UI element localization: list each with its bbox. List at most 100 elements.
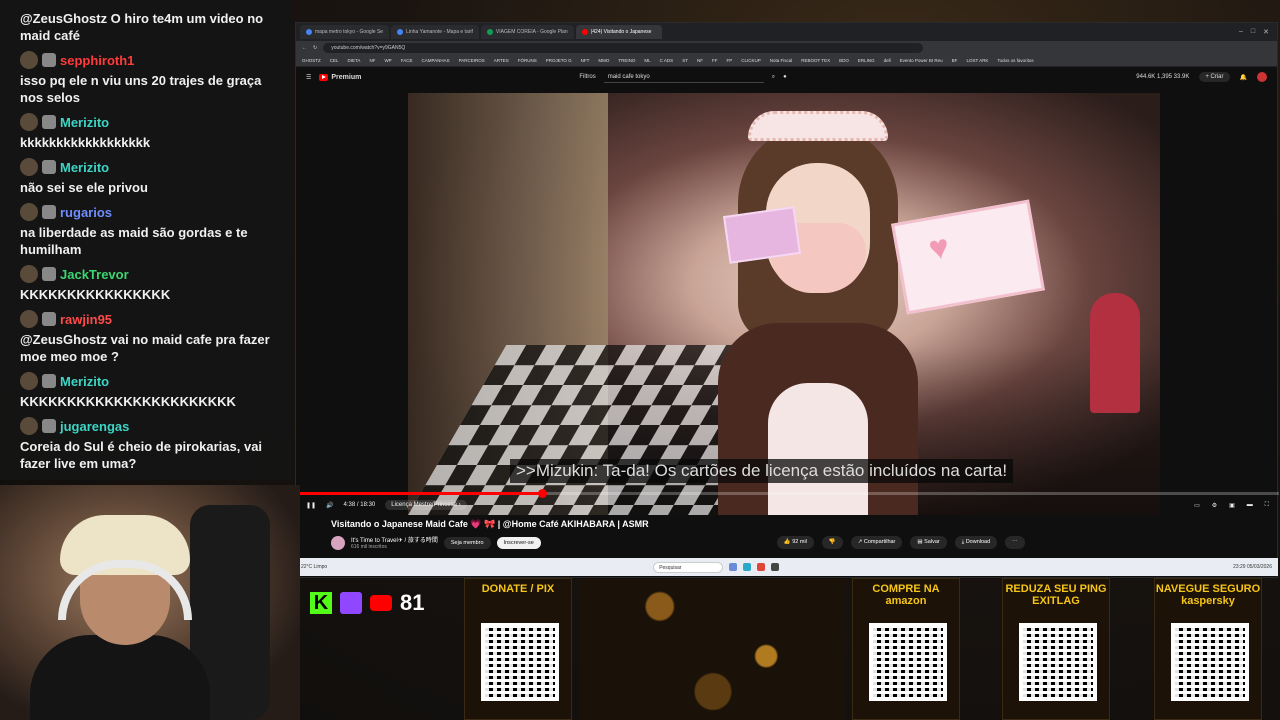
tab-2[interactable]: VIAGEM COREIA - Google Plan <box>480 25 574 39</box>
red-chair <box>1090 293 1140 413</box>
bookmark-item[interactable]: NFT <box>581 58 590 63</box>
minimize-icon[interactable]: – <box>1239 28 1243 36</box>
search-input[interactable]: maid cafe tokyo <box>603 71 764 83</box>
bookmark-item[interactable]: ARTES <box>494 58 509 63</box>
edge-icon[interactable] <box>743 563 752 571</box>
extension-stats: 944.6K 1,395 33.9K <box>1136 74 1190 80</box>
bookmark-item[interactable]: CEL <box>330 58 339 63</box>
bookmark-item[interactable]: Nota Fiscal <box>770 58 793 63</box>
chrome-icon[interactable] <box>757 563 766 571</box>
chat-username[interactable]: sepphiroth1 <box>60 52 134 69</box>
bookmark-item[interactable]: ERLING <box>858 58 875 63</box>
volume-icon[interactable]: 🔊 <box>326 502 333 509</box>
fullscreen-icon[interactable]: ⛶ <box>1265 502 1269 509</box>
channel-name[interactable]: It's Time to Travel✈ / 旅する時間 <box>351 535 438 544</box>
bookmark-item[interactable]: FF <box>712 58 718 63</box>
chat-message: Merizito KKKKKKKKKKKKKKKKKKKKKKK <box>20 371 282 410</box>
bookmark-item[interactable]: BF <box>952 58 958 63</box>
bookmark-item[interactable]: REBOOT TEX <box>801 58 830 63</box>
chat-username[interactable]: jugarengas <box>60 418 129 435</box>
bookmark-item[interactable]: FACE <box>401 58 413 63</box>
taskbar-search[interactable]: Pesquisar <box>653 561 724 573</box>
url-field[interactable]: youtube.com/watch?v=y9GAN5Q <box>323 43 924 53</box>
chat-username[interactable]: JackTrevor <box>60 266 129 283</box>
share-button[interactable]: ↗ Compartilhar <box>850 536 903 549</box>
subtitles-icon[interactable]: ▭ <box>1194 502 1200 509</box>
reload-icon[interactable]: ↻ <box>313 45 317 51</box>
tab-3[interactable]: (424) Visitando o Japanese <box>575 25 662 39</box>
chat-username[interactable]: rawjin95 <box>60 311 112 328</box>
avatar[interactable] <box>1257 72 1267 82</box>
user-avatar <box>20 417 38 435</box>
bookmark-item[interactable]: MMO <box>598 58 609 63</box>
join-button[interactable]: Seja membro <box>443 536 491 549</box>
bookmark-item[interactable]: PARCEIROS <box>459 58 485 63</box>
bookmark-item[interactable]: dell <box>884 58 891 63</box>
search-icon[interactable]: ⌕ <box>772 74 775 81</box>
pause-icon[interactable]: ❚❚ <box>306 502 316 509</box>
video-player[interactable]: ♥ <box>408 93 1160 515</box>
bookmark-item[interactable]: NF <box>369 58 375 63</box>
page-icon <box>397 29 404 35</box>
like-button[interactable]: 👍 92 mil <box>776 536 814 549</box>
channel-avatar[interactable] <box>331 535 345 550</box>
channel-info: It's Time to Travel✈ / 旅する時間 616 mil ins… <box>351 535 438 550</box>
download-button[interactable]: ⤓ Download <box>954 536 998 549</box>
bookmark-item[interactable]: CLICKUP <box>741 58 761 63</box>
bookmark-item[interactable]: DIETA <box>348 58 361 63</box>
chapter-pill[interactable]: Licença Mestre/Princesa › <box>385 500 467 510</box>
bookmark-item[interactable]: NF <box>697 58 703 63</box>
bookmark-item[interactable]: LOST ARK <box>966 58 988 63</box>
save-button[interactable]: ▤ Salvar <box>910 536 947 549</box>
subscribe-button[interactable]: Inscrever-se <box>496 536 541 549</box>
chat-text: isso pq ele n viu uns 20 trajes de graça… <box>20 73 262 105</box>
chat-username[interactable]: Merizito <box>60 114 109 131</box>
dislike-button[interactable]: 👎 <box>821 536 843 549</box>
tab-0[interactable]: mapa metro tokyo - Google Se <box>300 25 390 39</box>
sheets-icon <box>486 29 493 35</box>
bookmark-item[interactable]: FP <box>726 58 732 63</box>
youtube-logo[interactable]: Premium <box>319 73 361 81</box>
qr-code <box>869 623 947 701</box>
menu-icon[interactable]: ☰ <box>306 74 311 81</box>
create-button[interactable]: + Criar <box>1199 72 1230 82</box>
bookmark-item[interactable]: C ADS <box>660 58 674 63</box>
chat-text: kkkkkkkkkkkkkkkkkk <box>20 135 151 150</box>
close-icon[interactable]: ✕ <box>1263 28 1269 36</box>
bookmark-item[interactable]: CAMPANHAS <box>421 58 449 63</box>
bookmark-item[interactable]: WP <box>384 58 391 63</box>
mic-icon[interactable]: ● <box>783 74 787 80</box>
bookmark-item[interactable]: ML <box>644 58 650 63</box>
progress-bar[interactable] <box>296 489 1279 498</box>
files-icon[interactable] <box>729 563 738 571</box>
chat-overlay: @ZeusGhostz O hiro te4m um video no maid… <box>0 0 292 480</box>
bookmark-item[interactable]: PROJETO G <box>546 58 572 63</box>
kaspersky-card: NAVEGUE SEGURO kaspersky <box>1154 578 1262 720</box>
bookmark-item[interactable]: BDO <box>839 58 849 63</box>
bookmark-item[interactable]: Evento Power BI Reu <box>900 58 943 63</box>
bookmark-item[interactable]: TREINO <box>618 58 635 63</box>
bookmark-item[interactable]: ST <box>682 58 688 63</box>
filters-button[interactable]: Filtros <box>579 74 595 80</box>
obs-icon[interactable] <box>771 563 780 571</box>
more-button[interactable]: ⋯ <box>1005 536 1025 549</box>
settings-icon[interactable]: ⚙ <box>1212 502 1217 509</box>
miniplayer-icon[interactable]: ▣ <box>1229 502 1235 509</box>
subscriber-count: 616 mil inscritos <box>351 544 387 550</box>
tab-1[interactable]: Linha Yamanote - Mapa e tarif <box>391 25 479 39</box>
bookmark-item[interactable]: Todos os favoritos <box>997 58 1033 63</box>
weather-widget[interactable]: 22°C Limpo <box>301 564 327 570</box>
chat-username[interactable]: Merizito <box>60 373 109 390</box>
back-icon[interactable]: ← <box>302 45 307 51</box>
donate-card: DONATE / PIX <box>464 578 572 720</box>
chat-username[interactable]: rugarios <box>60 204 112 221</box>
chat-username[interactable]: Merizito <box>60 159 109 176</box>
bookmark-item[interactable]: GHOSTZ <box>302 58 321 63</box>
card-title: COMPRE NA amazon <box>872 583 940 607</box>
theater-icon[interactable]: ▬ <box>1247 502 1253 509</box>
maximize-icon[interactable]: □ <box>1251 28 1255 36</box>
bell-icon[interactable]: 🔔 <box>1240 74 1247 81</box>
bookmark-item[interactable]: FÓRUNS <box>518 58 537 63</box>
chat-message: rugarios na liberdade as maid são gordas … <box>20 202 282 258</box>
user-avatar <box>20 113 38 131</box>
